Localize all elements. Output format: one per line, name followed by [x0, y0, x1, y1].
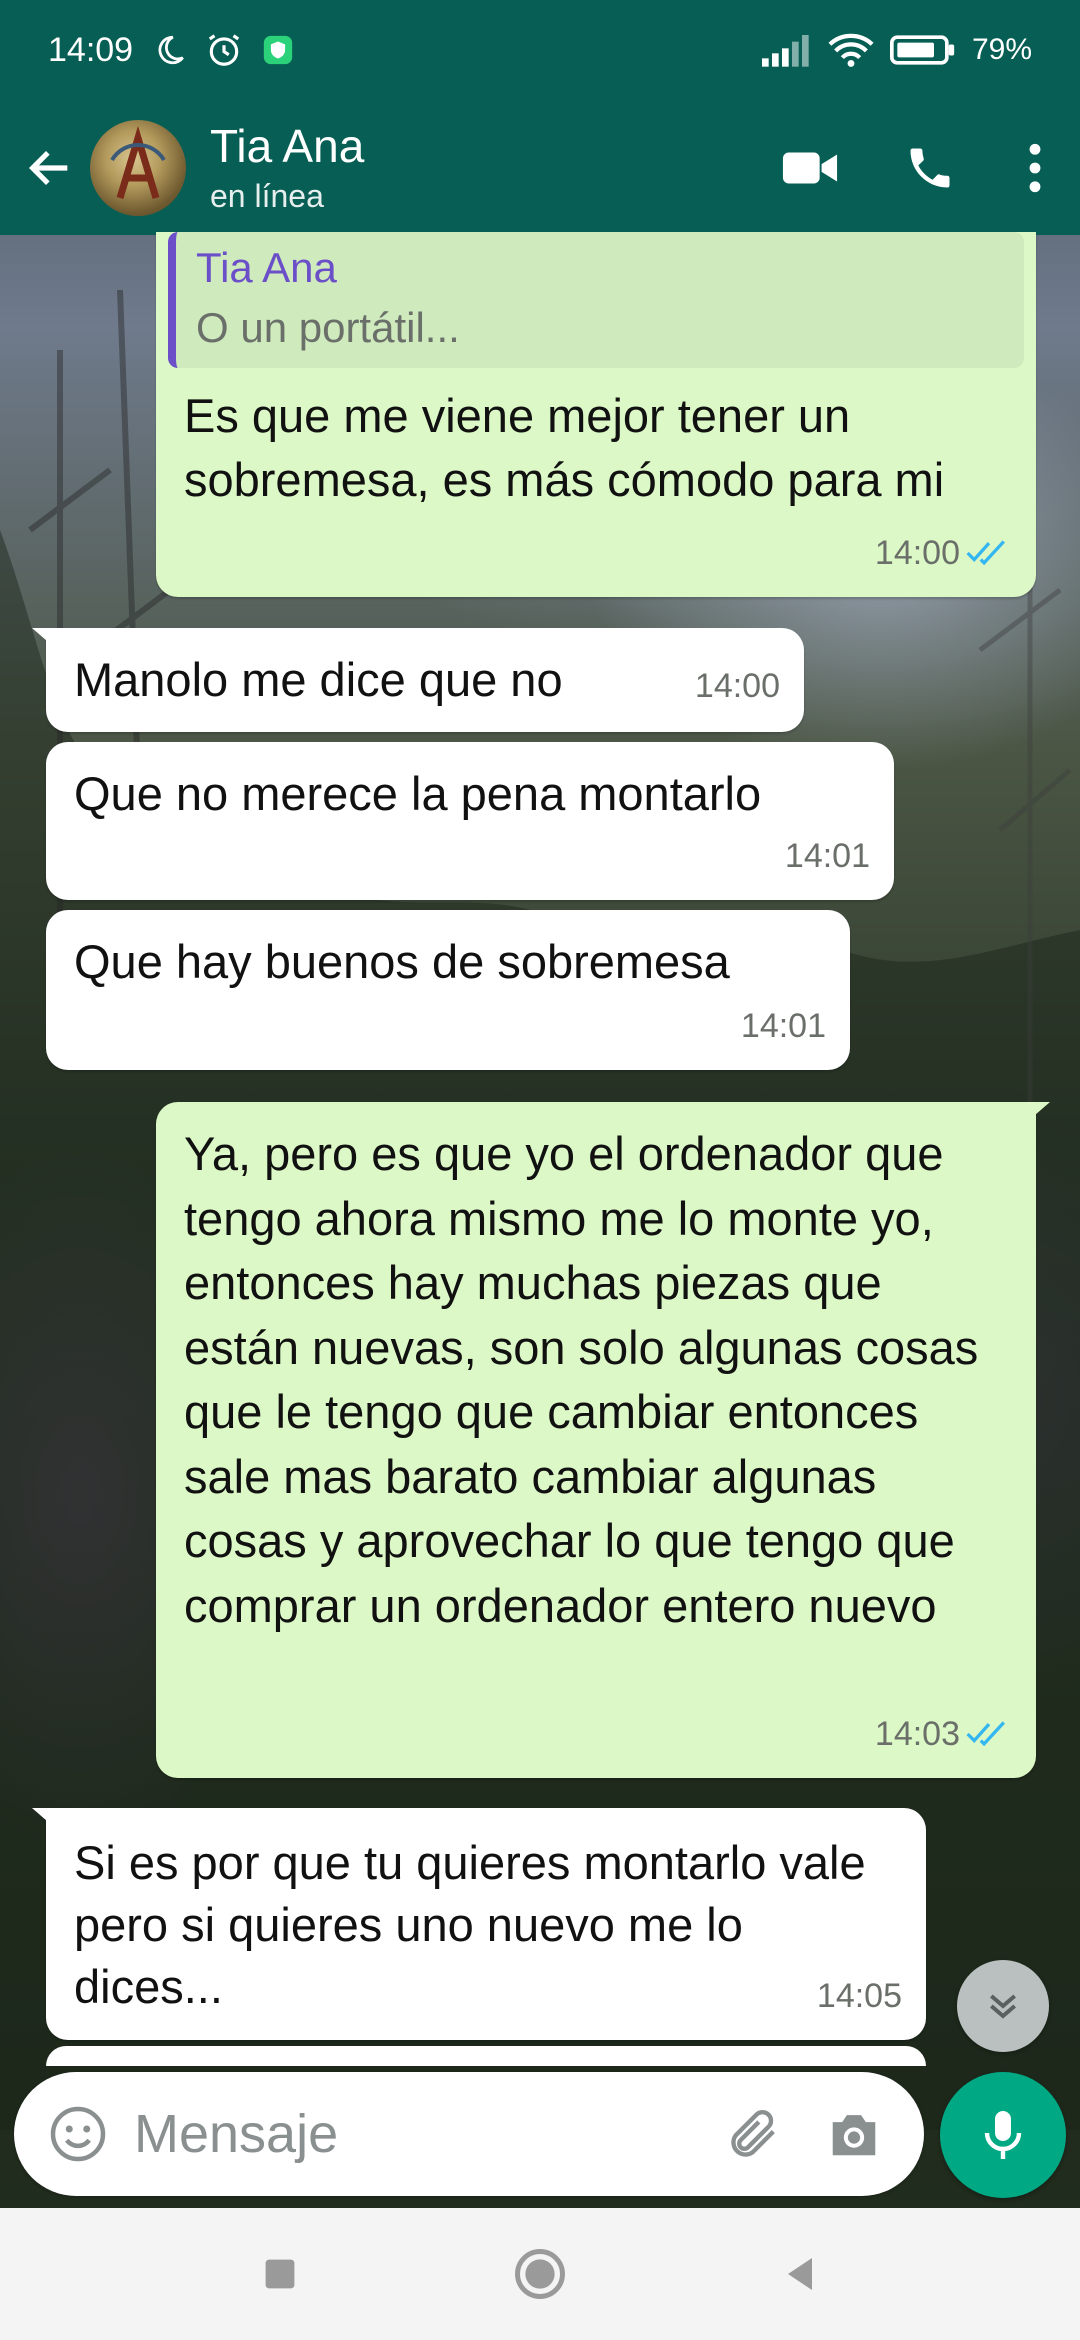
voice-call-button[interactable]	[870, 108, 990, 228]
battery-icon	[889, 35, 955, 65]
message-meta: 14:03	[875, 1702, 1012, 1766]
status-time: 14:09	[48, 30, 134, 69]
message-text: Manolo me dice que no	[74, 653, 563, 706]
message-meta: 14:01	[785, 824, 870, 888]
square-icon	[265, 2259, 295, 2289]
scroll-to-bottom-button[interactable]	[957, 1960, 1049, 2052]
emoji-button[interactable]	[28, 2072, 128, 2196]
message-meta: 14:05	[817, 1964, 902, 2028]
recents-button[interactable]	[240, 2234, 320, 2314]
message-text: Que no merece la pena montarlo	[74, 767, 762, 820]
bubble-tail	[1020, 1102, 1050, 1128]
message-incoming[interactable]: Que no merece la pena montarlo 14:01	[46, 742, 894, 900]
chat-header: Tia Ana en línea	[0, 100, 1080, 235]
triangle-left-icon	[788, 2258, 812, 2290]
avatar-monogram-icon	[110, 125, 166, 199]
paperclip-icon	[731, 2110, 775, 2157]
message-time: 14:00	[694, 667, 780, 705]
circle-icon	[515, 2249, 565, 2299]
message-incoming[interactable]: Que hay buenos de sobremesa 14:01	[46, 910, 850, 1070]
quoted-message[interactable]: Tia Ana O un portátil...	[168, 232, 1024, 368]
message-text: Que hay buenos de sobremesa	[74, 935, 730, 988]
message-input[interactable]: Mensaje	[134, 2103, 704, 2165]
camera-button[interactable]	[804, 2072, 904, 2196]
battery-level: 79%	[971, 33, 1032, 66]
message-meta: 14:00	[875, 521, 1012, 585]
message-incoming[interactable]: Manolo me dice que no 14:00	[32, 628, 804, 732]
status-bar: 14:09 79%	[0, 0, 1080, 100]
shield-icon	[263, 35, 293, 65]
message-text: Es que me viene mejor tener un sobremesa…	[184, 389, 945, 506]
video-call-button[interactable]	[750, 108, 870, 228]
message-outgoing[interactable]: Tia Ana O un portátil... Es que me viene…	[156, 232, 1036, 597]
wifi-icon	[828, 33, 874, 67]
double-check-icon	[966, 540, 1005, 566]
contact-status: en línea	[210, 178, 324, 214]
voice-message-button[interactable]	[940, 2072, 1066, 2198]
home-button[interactable]	[500, 2234, 580, 2314]
message-time: 14:00	[874, 534, 960, 572]
contact-avatar[interactable]	[90, 119, 186, 216]
message-composer: Mensaje	[14, 2072, 924, 2196]
message-meta: 14:00	[695, 654, 780, 718]
back-button[interactable]	[10, 118, 90, 218]
system-navigation-bar	[0, 2208, 1080, 2340]
arrow-left-icon	[28, 150, 68, 185]
quoted-author: Tia Ana	[196, 244, 337, 291]
microphone-icon	[984, 2111, 1022, 2159]
double-chevron-down-icon	[990, 1994, 1016, 2019]
signal-icon	[761, 35, 809, 67]
quoted-text: O un portátil...	[196, 304, 460, 351]
message-incoming-partial	[46, 2046, 926, 2066]
back-nav-button[interactable]	[760, 2234, 840, 2314]
more-options-button[interactable]	[990, 108, 1080, 228]
message-incoming[interactable]: Si es por que tu quieres montarlo vale p…	[32, 1808, 926, 2040]
attach-button[interactable]	[704, 2072, 804, 2196]
video-camera-icon	[782, 152, 838, 183]
message-time: 14:03	[874, 1715, 960, 1753]
contact-info[interactable]: Tia Ana en línea	[210, 120, 364, 215]
phone-icon	[910, 148, 950, 187]
message-text: Si es por que tu quieres montarlo vale p…	[74, 1836, 866, 2013]
moon-icon	[158, 35, 184, 65]
kebab-menu-icon	[1029, 143, 1041, 192]
double-check-icon	[966, 1721, 1005, 1747]
message-time: 14:01	[784, 837, 870, 875]
camera-icon	[832, 2115, 876, 2156]
message-time: 14:01	[740, 1007, 826, 1045]
alarm-icon	[208, 34, 240, 66]
message-outgoing[interactable]: Ya, pero es que yo el ordenador que teng…	[156, 1102, 1050, 1778]
message-time: 14:05	[816, 1977, 902, 2015]
smiley-icon	[50, 2106, 106, 2162]
bubble-tail	[32, 628, 62, 654]
contact-name: Tia Ana	[210, 120, 365, 172]
message-text: Ya, pero es que yo el ordenador que teng…	[184, 1127, 979, 1632]
message-meta: 14:01	[741, 994, 826, 1058]
bubble-tail	[32, 1808, 62, 1834]
